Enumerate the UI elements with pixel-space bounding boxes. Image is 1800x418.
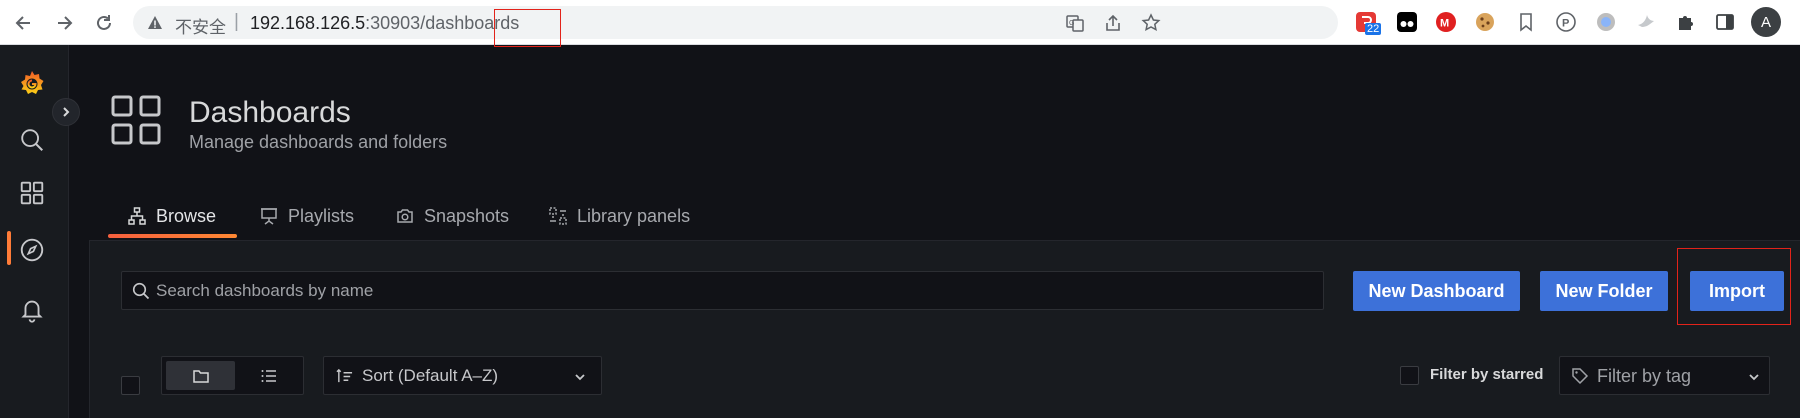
insecure-label: 不安全 — [175, 18, 226, 38]
translate-icon[interactable]: G — [1064, 12, 1086, 34]
extension-badge: 22 — [1365, 23, 1382, 35]
page-subtitle: Manage dashboards and folders — [189, 132, 448, 152]
back-arrow-icon — [15, 16, 30, 30]
extension-tampermonkey-icon[interactable] — [1396, 11, 1418, 33]
search-icon — [132, 282, 150, 300]
tab-library-panels[interactable]: Library panels — [549, 196, 690, 236]
side-panel-icon[interactable] — [1714, 11, 1736, 33]
view-mode-toggle — [161, 356, 304, 395]
url-separator: | — [234, 11, 239, 32]
profile-avatar[interactable]: A — [1751, 7, 1781, 37]
tab-playlists[interactable]: Playlists — [260, 196, 354, 236]
folder-icon — [192, 369, 209, 383]
reload-button[interactable] — [90, 9, 118, 37]
tab-snapshots[interactable]: Snapshots — [396, 196, 509, 236]
dashboards-page-icon — [111, 95, 161, 145]
search-nav-icon[interactable] — [17, 125, 47, 155]
new-dashboard-button[interactable]: New Dashboard — [1353, 271, 1520, 311]
extensions-puzzle-icon[interactable] — [1675, 11, 1697, 33]
filter-starred-checkbox[interactable] — [1400, 366, 1419, 385]
alerting-bell-icon[interactable] — [17, 295, 47, 325]
grafana-logo-icon[interactable] — [17, 69, 47, 99]
library-panel-icon — [549, 207, 567, 225]
extension-cookie-icon[interactable] — [1474, 11, 1496, 33]
presentation-icon — [261, 208, 277, 225]
forward-button[interactable] — [50, 9, 78, 37]
active-tab-underline — [108, 234, 237, 238]
svg-text:G: G — [1069, 20, 1074, 27]
extension-p-icon[interactable]: P — [1555, 11, 1577, 33]
extension-red-icon[interactable]: 22 — [1355, 11, 1382, 35]
sort-select[interactable]: Sort (Default A–Z) — [323, 356, 602, 395]
bookmark-star-icon[interactable] — [1140, 12, 1162, 34]
dashboards-nav-icon[interactable] — [17, 178, 47, 208]
tag-filter-select[interactable]: Filter by tag — [1559, 356, 1770, 395]
extension-bird-icon[interactable] — [1635, 11, 1657, 33]
camera-icon — [397, 209, 413, 223]
back-button[interactable] — [10, 9, 38, 37]
import-highlight-box — [1677, 248, 1791, 325]
folder-view-button[interactable] — [166, 361, 235, 390]
svg-text:M: M — [1440, 18, 1449, 30]
extension-m-icon[interactable]: M — [1435, 11, 1457, 33]
warning-triangle-icon — [148, 16, 162, 29]
page-title: Dashboards — [189, 96, 351, 129]
chevron-right-icon — [63, 107, 70, 117]
filter-starred-label[interactable]: Filter by starred — [1430, 366, 1543, 383]
active-nav-indicator — [7, 231, 11, 265]
tab-playlists-label: Playlists — [288, 205, 355, 226]
search-input[interactable] — [156, 272, 1316, 309]
chevron-down-icon — [575, 374, 585, 381]
share-icon[interactable] — [1102, 12, 1124, 34]
extension-bookmark-icon[interactable] — [1515, 11, 1537, 33]
address-bar[interactable]: 不安全 | 192.168.126.5:30903/dashboards G — [133, 6, 1338, 47]
sort-label: Sort (Default A–Z) — [362, 366, 499, 385]
url-port: :30903 — [365, 13, 421, 33]
sort-amount-icon — [336, 368, 353, 383]
search-box — [121, 271, 1324, 310]
new-folder-button[interactable]: New Folder — [1540, 271, 1668, 311]
tag-filter-placeholder: Filter by tag — [1597, 366, 1692, 386]
list-icon — [261, 369, 276, 382]
tab-library-panels-label: Library panels — [577, 205, 691, 226]
tab-browse-label: Browse — [156, 205, 217, 226]
forward-arrow-icon — [58, 16, 73, 30]
url-host: 192.168.126.5 — [250, 13, 366, 33]
chevron-down-icon — [1749, 374, 1759, 381]
reload-icon — [97, 15, 111, 30]
port-highlight-box — [494, 9, 561, 47]
sitemap-icon — [128, 207, 146, 225]
tab-browse[interactable]: Browse — [128, 196, 216, 236]
tab-snapshots-label: Snapshots — [424, 205, 510, 226]
url-text: 192.168.126.5:30903/dashboards — [250, 13, 519, 34]
expand-sidebar-button[interactable] — [52, 98, 80, 126]
select-all-checkbox[interactable] — [121, 376, 140, 395]
explore-compass-icon[interactable] — [17, 235, 47, 265]
list-view-button[interactable] — [234, 361, 303, 390]
svg-text:P: P — [1562, 18, 1569, 30]
tag-icon — [1572, 368, 1589, 385]
browser-toolbar: 不安全 | 192.168.126.5:30903/dashboards G 2… — [0, 0, 1800, 47]
extension-circle-icon[interactable] — [1595, 11, 1617, 33]
